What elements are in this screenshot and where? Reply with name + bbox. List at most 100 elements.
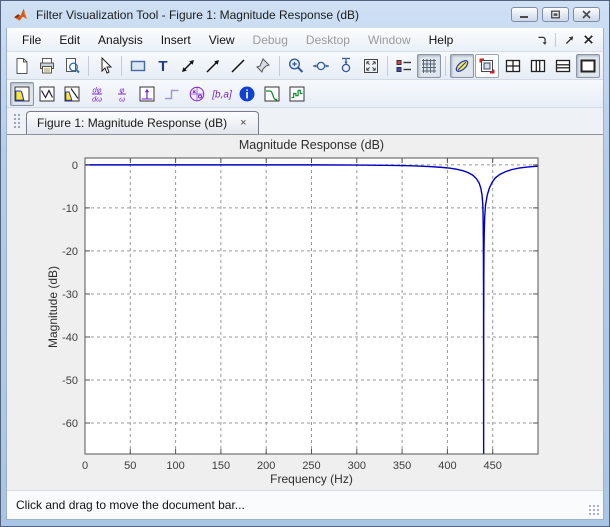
group-delay-button[interactable]: dφ dω	[85, 82, 109, 106]
zoom-x-button[interactable]	[309, 54, 333, 78]
legend-icon	[396, 59, 411, 72]
pin-button[interactable]	[251, 54, 275, 78]
filter-info-button[interactable]: i	[235, 82, 259, 106]
svg-text:dω: dω	[92, 94, 102, 103]
layout-grid-button[interactable]	[501, 54, 525, 78]
insert-double-arrow-button[interactable]	[176, 54, 200, 78]
document-bar-grip-icon[interactable]	[13, 113, 20, 129]
full-view-icon	[364, 58, 378, 73]
noise-psd-button[interactable]	[285, 82, 309, 106]
close-document-icon[interactable]	[582, 33, 595, 46]
menu-debug: Debug	[252, 32, 288, 47]
restore-button[interactable]	[542, 7, 569, 22]
rectangle-icon	[130, 60, 146, 71]
x-tick-label: 450	[484, 460, 502, 472]
zoom-x-icon	[313, 61, 329, 70]
figure-canvas[interactable]: Magnitude Response (dB) 0 50 100 150 200 250 3…	[7, 135, 603, 490]
chart-xlabel: Frequency (Hz)	[270, 472, 353, 486]
restore-icon	[551, 10, 560, 19]
insert-arrow-button[interactable]	[201, 54, 225, 78]
text-icon: T	[158, 58, 167, 75]
line-icon	[231, 58, 245, 73]
svg-text:T: T	[158, 58, 167, 75]
menu-bar: File Edit Analysis Insert View Debug Des…	[7, 28, 603, 52]
full-view-button[interactable]	[359, 54, 383, 78]
zoom-in-button[interactable]	[284, 54, 308, 78]
layout-single-icon	[580, 59, 596, 72]
insert-text-button[interactable]: T	[151, 54, 175, 78]
noise-psd-icon	[289, 86, 305, 101]
magnitude-estimate-icon	[264, 86, 280, 101]
x-tick-label: 250	[302, 460, 320, 472]
x-tick-label: 50	[124, 460, 136, 472]
layout-grid-icon	[505, 59, 521, 72]
x-tick-label: 200	[257, 460, 275, 472]
insert-line-button[interactable]	[226, 54, 250, 78]
magnitude-response-button[interactable]	[10, 81, 34, 106]
zoom-y-button[interactable]	[334, 54, 358, 78]
step-response-button[interactable]	[160, 82, 184, 106]
toolbar-separator	[279, 55, 280, 76]
phase-response-icon	[39, 86, 55, 101]
minimize-button[interactable]	[511, 7, 538, 22]
close-button[interactable]	[573, 7, 600, 22]
menu-file[interactable]: File	[13, 30, 50, 50]
tab-figure-1[interactable]: Figure 1: Magnitude Response (dB) ×	[26, 111, 259, 134]
document-bar[interactable]: Figure 1: Magnitude Response (dB) ×	[7, 108, 603, 135]
link-figure-icon	[479, 58, 495, 73]
dock-arrow-icon[interactable]	[535, 33, 549, 47]
x-tick-label: 350	[393, 460, 411, 472]
analysis-toolbar: dφ dω φ ω [b,a] i	[7, 80, 603, 108]
x-tick-label: 0	[82, 460, 88, 472]
resize-grip-icon[interactable]	[588, 504, 600, 516]
new-button[interactable]	[10, 54, 34, 78]
app-window: Filter Visualization Tool - Figure 1: Ma…	[0, 0, 610, 527]
edit-plot-button[interactable]	[93, 54, 117, 78]
toolbar-separator	[88, 55, 89, 76]
svg-text:ω: ω	[119, 94, 125, 103]
menu-help[interactable]: Help	[420, 30, 463, 50]
step-response-icon	[165, 89, 179, 99]
insert-rectangle-button[interactable]	[126, 54, 150, 78]
magnitude-estimate-button[interactable]	[260, 82, 284, 106]
design-mask-button[interactable]	[450, 53, 474, 78]
legend-toggle-button[interactable]	[392, 54, 416, 78]
magnitude-response-plot[interactable]: 0 50 100 150 200 250 300 350 400 450 0 -10 -20 -30 -40…	[7, 135, 604, 490]
pole-zero-icon	[189, 86, 205, 101]
y-tick-label: -50	[62, 375, 78, 387]
phase-response-button[interactable]	[35, 82, 59, 106]
layout-single-button[interactable]	[576, 53, 600, 78]
menu-edit[interactable]: Edit	[50, 30, 89, 50]
svg-text:i: i	[245, 87, 248, 101]
phase-delay-button[interactable]: φ ω	[110, 82, 134, 106]
print-preview-button[interactable]	[60, 54, 84, 78]
pole-zero-button[interactable]	[185, 82, 209, 106]
undock-arrow-icon[interactable]	[562, 33, 576, 47]
tab-close-icon[interactable]: ×	[237, 117, 249, 129]
minimize-icon	[520, 16, 528, 18]
coefficients-button[interactable]: [b,a]	[210, 82, 234, 106]
grid-toggle-button[interactable]	[417, 53, 441, 78]
pointer-icon	[101, 56, 113, 74]
layout-columns-button[interactable]	[526, 54, 550, 78]
group-delay-icon: dφ dω	[92, 85, 102, 103]
magnitude-phase-button[interactable]	[60, 82, 84, 106]
arrow-icon	[206, 59, 219, 73]
zoom-y-icon	[341, 57, 351, 72]
menu-window: Window	[367, 32, 411, 47]
menu-insert[interactable]: Insert	[152, 30, 200, 50]
menu-view[interactable]: View	[200, 30, 244, 50]
menu-analysis[interactable]: Analysis	[89, 30, 152, 50]
impulse-response-button[interactable]	[135, 82, 159, 106]
impulse-response-icon	[139, 86, 155, 101]
chart-ylabel: Magnitude (dB)	[46, 265, 60, 349]
toolbar-separator	[445, 55, 446, 76]
link-figure-button[interactable]	[475, 53, 499, 78]
chart-title: Magnitude Response (dB)	[238, 138, 385, 152]
title-bar[interactable]: Filter Visualization Tool - Figure 1: Ma…	[6, 1, 604, 28]
magnitude-response-icon	[14, 86, 30, 101]
print-button[interactable]	[35, 54, 59, 78]
window-title: Filter Visualization Tool - Figure 1: Ma…	[36, 7, 360, 22]
svg-text:φ: φ	[120, 85, 125, 94]
layout-rows-button[interactable]	[551, 54, 575, 78]
